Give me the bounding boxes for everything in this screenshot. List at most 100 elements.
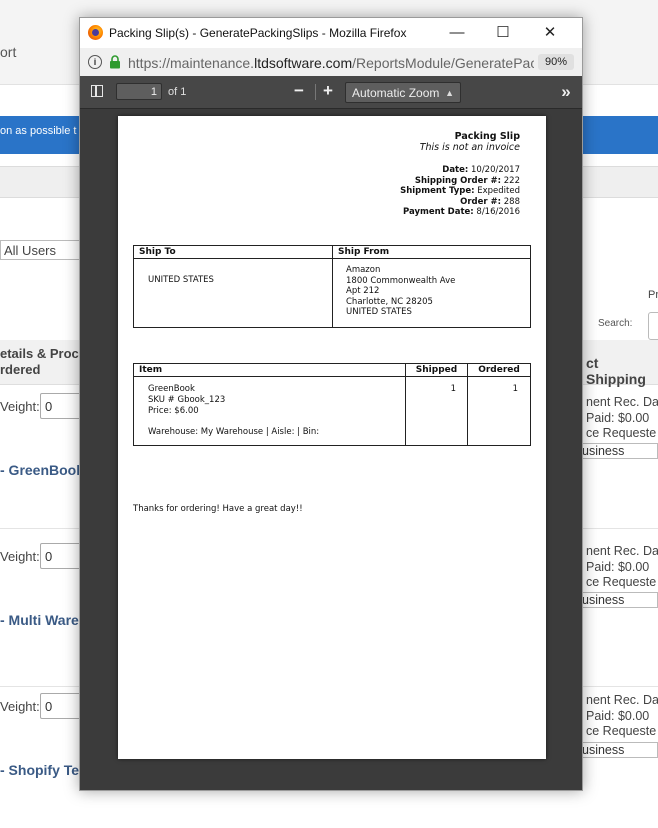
address-line: Apt 212 (346, 286, 380, 296)
service-select[interactable]: usiness (578, 443, 658, 459)
weight-input[interactable]: 0 (40, 393, 84, 419)
item-details: GreenBook SKU # Gbook_123 Price: $6.00 (148, 384, 225, 417)
url-host: ltdsoftware.com (254, 55, 353, 71)
date-value: 10/20/2017 (471, 165, 520, 175)
weight-input[interactable]: 0 (40, 693, 84, 719)
payment-date-label: Payment Date: (402, 207, 474, 217)
ship-to-header: Ship To (139, 247, 176, 257)
weight-label: Veight: (0, 399, 40, 414)
zoom-out-button[interactable]: − (290, 82, 308, 100)
ship-table-divider (332, 246, 333, 327)
order-info: nent Rec. Da Paid: $0.00 ce Requeste (586, 544, 658, 591)
shipment-type-row: Shipment Type: Expedited (400, 186, 520, 197)
weight-label: Veight: (0, 549, 40, 564)
product-link[interactable]: - Shopify Te (0, 762, 79, 778)
column-header-shipping: ct Shipping (586, 355, 646, 387)
items-table: Item Shipped Ordered GreenBook SKU # Gbo… (133, 363, 531, 446)
payment-date-row: Payment Date: 8/16/2016 (400, 207, 520, 218)
info-icon[interactable]: i (88, 55, 102, 69)
ordered-column-header: Ordered (478, 365, 520, 375)
date-label: Date: (442, 165, 469, 175)
maximize-icon[interactable]: ☐ (492, 22, 514, 44)
item-name: GreenBook (148, 384, 195, 394)
weight-label: Veight: (0, 699, 40, 714)
column-header-details-line1: etails & Proc (0, 346, 79, 361)
shipment-type-value: Expedited (477, 186, 520, 196)
item-shipped-qty: 1 (450, 384, 456, 394)
shipping-order-value: 222 (503, 175, 520, 186)
zoom-select-value: Automatic Zoom (352, 86, 440, 100)
search-label: Search: (598, 318, 633, 329)
shipping-order-label: Shipping Order #: (414, 175, 502, 186)
background-page-title: ort (0, 44, 17, 60)
slip-subtitle: This is not an invoice (419, 142, 520, 153)
items-table-header: Item Shipped Ordered (134, 364, 530, 377)
slip-title: Packing Slip (454, 131, 520, 142)
ship-from-header: Ship From (338, 247, 390, 257)
service-select[interactable]: usiness (578, 742, 658, 758)
order-label: Order #: (460, 196, 502, 207)
ship-to-address: UNITED STATES (148, 275, 214, 286)
item-ordered-qty: 1 (512, 384, 518, 394)
firefox-icon-globe (92, 29, 99, 36)
column-header-details-line2: rdered (0, 362, 41, 377)
zoom-select[interactable]: Automatic Zoom ▲ (345, 82, 461, 103)
url-prefix: https://maintenance. (128, 55, 255, 71)
url-bar[interactable]: i https://maintenance.ltdsoftware.com/Re… (80, 48, 582, 77)
shipment-type-label: Shipment Type: (400, 186, 475, 196)
order-row: Order #: 288 (400, 197, 520, 208)
address-line: UNITED STATES (148, 275, 214, 285)
item-sku: SKU # Gbook_123 (148, 395, 226, 405)
order-info-line: ce Requeste (586, 575, 657, 589)
firefox-icon (88, 25, 103, 40)
toolbar-separator (315, 84, 316, 100)
thanks-message: Thanks for ordering! Have a great day!! (133, 504, 303, 514)
product-link[interactable]: - Multi Ware (0, 612, 79, 628)
zoom-in-button[interactable]: + (319, 82, 337, 100)
window-title: Packing Slip(s) - GeneratePackingSlips -… (109, 26, 407, 40)
pdf-page: Packing Slip This is not an invoice Date… (118, 116, 546, 759)
order-info-line: nent Rec. Da (586, 544, 658, 558)
page-number-input[interactable]: 1 (116, 83, 162, 100)
sidebar-toggle-icon[interactable] (91, 85, 103, 97)
firefox-popup-window: Packing Slip(s) - GeneratePackingSlips -… (79, 17, 583, 791)
slip-meta: Date: 10/20/2017 Shipping Order #: 222 S… (400, 165, 520, 218)
column-header-details: etails & Proc rdered (0, 346, 79, 378)
order-info-line: nent Rec. Da (586, 693, 658, 707)
date-row: Date: 10/20/2017 (400, 165, 520, 176)
item-column-header: Item (139, 365, 163, 375)
address-line: Charlotte, NC 28205 (346, 296, 433, 307)
weight-input[interactable]: 0 (40, 543, 84, 569)
order-value: 288 (503, 196, 520, 207)
close-icon[interactable]: ✕ (539, 22, 561, 44)
order-info-line: ce Requeste (586, 426, 657, 440)
item-price: Price: $6.00 (148, 406, 199, 416)
order-info-line: Paid: $0.00 (586, 708, 650, 723)
service-select[interactable]: usiness (578, 592, 658, 608)
window-titlebar[interactable]: Packing Slip(s) - GeneratePackingSlips -… (80, 18, 582, 48)
items-table-divider (467, 364, 468, 445)
shipped-column-header: Shipped (415, 365, 458, 375)
items-table-divider (405, 364, 406, 445)
order-info-line: Paid: $0.00 (586, 559, 650, 574)
search-input[interactable] (648, 312, 658, 340)
item-warehouse: Warehouse: My Warehouse | Aisle: | Bin: (148, 427, 320, 437)
background-banner-text: on as possible t (0, 125, 77, 137)
page-count: of 1 (168, 86, 187, 98)
url-text[interactable]: https://maintenance.ltdsoftware.com/Repo… (128, 55, 534, 71)
order-info-line: nent Rec. Da (586, 395, 658, 409)
product-link[interactable]: - GreenBook (0, 462, 84, 478)
slip-heading: Packing Slip This is not an invoice (420, 131, 520, 153)
pdf-toolbar: 1 of 1 − + Automatic Zoom ▲ » (80, 76, 582, 109)
background-pr-label: Pr (648, 289, 658, 301)
order-info-line: Paid: $0.00 (586, 410, 650, 425)
ship-from-address: Amazon 1800 Commonwealth Ave Apt 212 Cha… (346, 265, 455, 318)
order-info-line: ce Requeste (586, 724, 657, 738)
zoom-badge[interactable]: 90% (538, 54, 574, 70)
shipping-order-row: Shipping Order #: 222 (400, 176, 520, 187)
minimize-icon[interactable]: — (446, 22, 468, 44)
more-tools-button[interactable]: » (556, 82, 576, 102)
lock-icon[interactable] (109, 55, 121, 69)
select-arrows-icon: ▲ (445, 88, 454, 98)
address-line: UNITED STATES (346, 307, 412, 317)
